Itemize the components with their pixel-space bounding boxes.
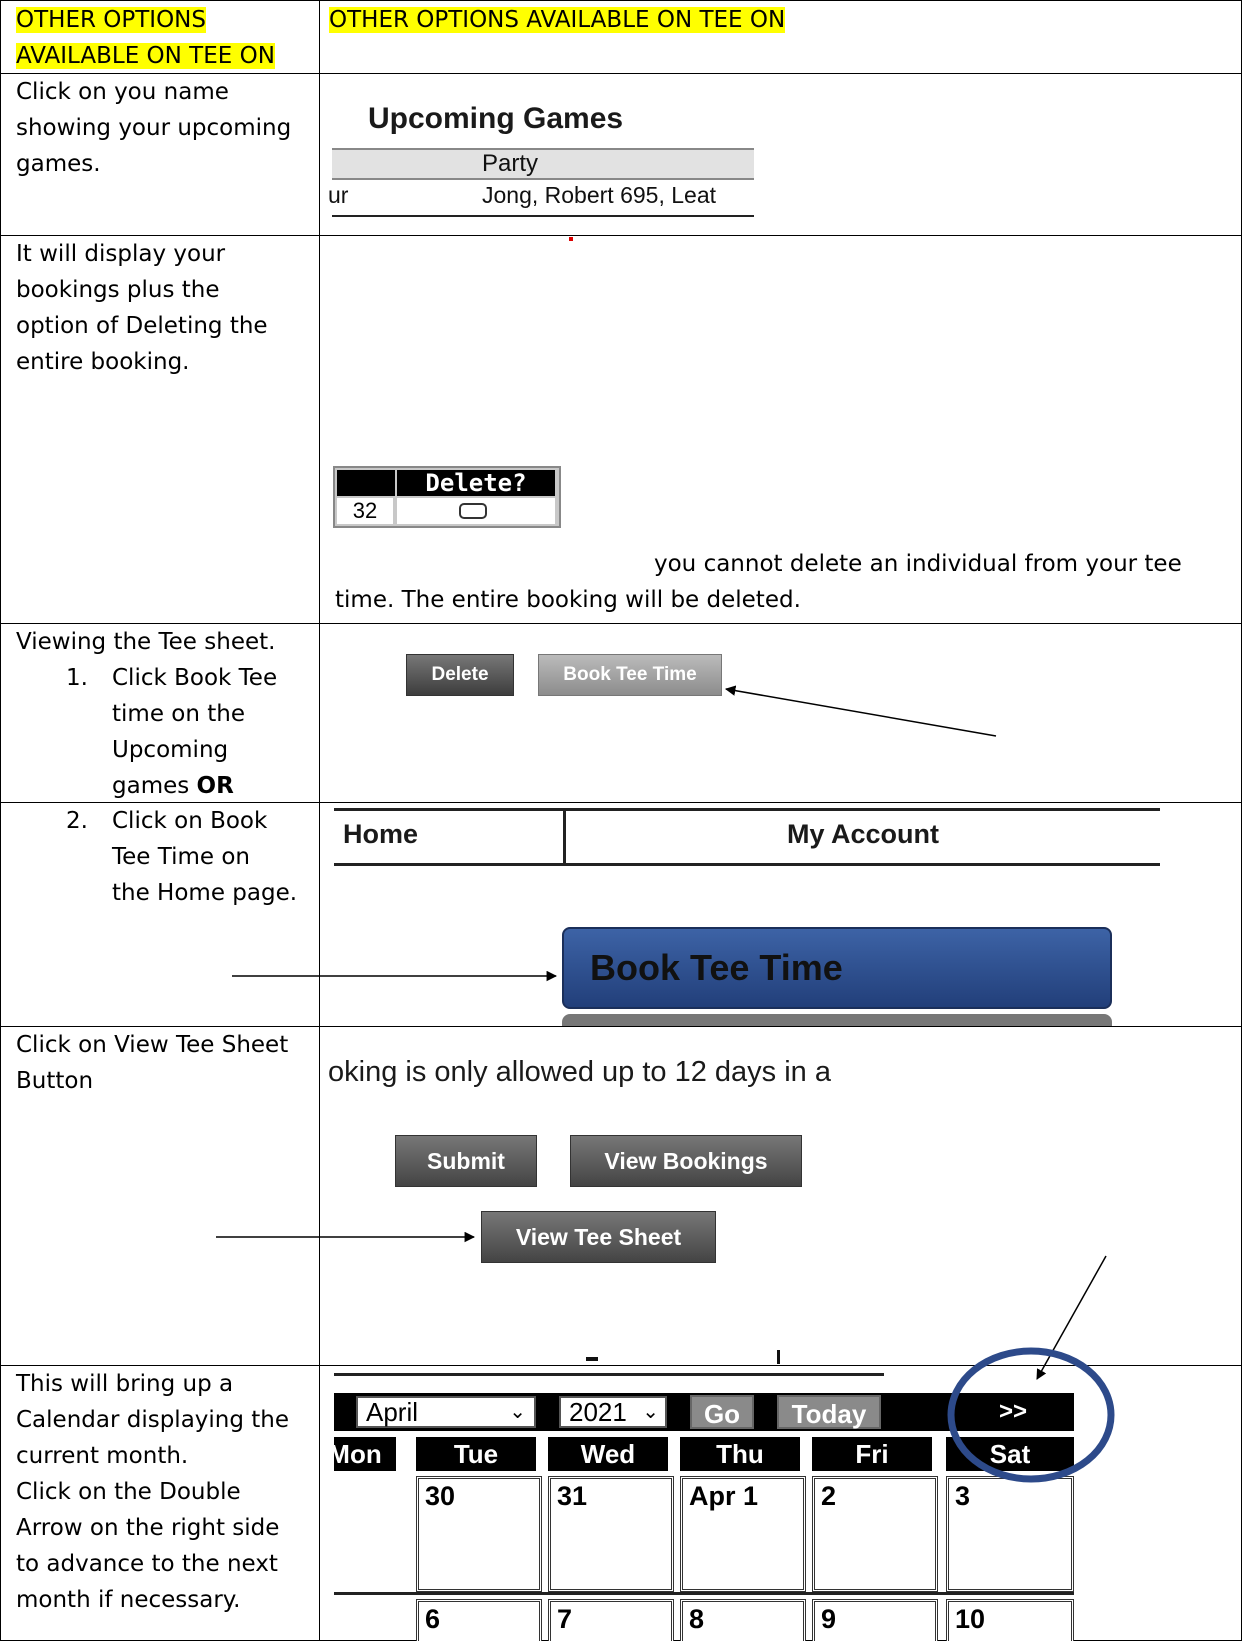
row2-line: entire booking. bbox=[16, 349, 190, 375]
row5-instruction: Click on View Tee Sheet Button bbox=[16, 1027, 306, 1099]
calendar-day[interactable]: 2 bbox=[812, 1476, 938, 1592]
row1-line: games. bbox=[16, 151, 101, 177]
step1-number: 1. bbox=[66, 665, 88, 691]
book-tee-time-big-button[interactable]: Book Tee Time bbox=[562, 927, 1112, 1009]
row6-line: This will bring up a bbox=[16, 1371, 234, 1397]
nav-my-account-link[interactable]: My Account bbox=[566, 819, 1160, 850]
upcoming-header-bar bbox=[332, 148, 754, 180]
step2-text: Click on Book Tee Time on the Home page. bbox=[112, 803, 297, 911]
step2-line: Click on Book bbox=[112, 808, 268, 834]
month-select[interactable]: April ⌄ bbox=[356, 1396, 536, 1428]
day-header-tue: Tue bbox=[416, 1437, 536, 1471]
row5-line: Click on View Tee Sheet bbox=[16, 1032, 289, 1058]
row3-right-cell bbox=[319, 623, 1242, 803]
month-select-value: April bbox=[366, 1397, 419, 1427]
calendar-day[interactable]: 31 bbox=[548, 1476, 674, 1592]
book-tee-time-button[interactable]: Book Tee Time bbox=[538, 654, 722, 696]
row3-instruction: Viewing the Tee sheet. bbox=[16, 624, 306, 660]
delete-table-value: 32 bbox=[337, 498, 393, 524]
row2-note-line1: you cannot delete an individual from you… bbox=[654, 551, 1182, 577]
row3-title: Viewing the Tee sheet. bbox=[16, 629, 276, 655]
calendar-day[interactable]: 9 bbox=[812, 1599, 938, 1641]
row5-bottom-fragment-right bbox=[777, 1350, 780, 1364]
calendar-row-rule bbox=[334, 1592, 1074, 1595]
header-left-text: OTHER OPTIONS AVAILABLE ON TEE ON bbox=[16, 2, 306, 74]
document-page: OTHER OPTIONS AVAILABLE ON TEE ON OTHER … bbox=[0, 0, 1242, 1641]
step1-line: Click Book Tee bbox=[112, 665, 278, 691]
day-header-fri: Fri bbox=[812, 1437, 932, 1471]
calendar-day[interactable]: 6 bbox=[416, 1599, 542, 1641]
row2-note-line2: time. The entire booking will be deleted… bbox=[335, 587, 801, 613]
day-header-wed: Wed bbox=[548, 1437, 668, 1471]
year-select[interactable]: 2021 ⌄ bbox=[559, 1396, 667, 1428]
day-header-mon: Mon bbox=[334, 1437, 396, 1471]
step1-line-last: games OR bbox=[112, 768, 277, 804]
calendar-day[interactable]: 10 bbox=[946, 1599, 1074, 1641]
row5-bottom-fragment-left bbox=[586, 1357, 598, 1361]
upcoming-games-panel: Upcoming Games Party ur Jong, Robert 695… bbox=[328, 94, 754, 222]
delete-table-dark-cell bbox=[337, 470, 395, 496]
chevron-down-icon: ⌄ bbox=[509, 1401, 526, 1423]
step1-line: Upcoming bbox=[112, 737, 229, 763]
row2-line: option of Deleting the bbox=[16, 313, 268, 339]
day-header-sat: Sat bbox=[946, 1437, 1074, 1471]
calendar-day[interactable]: 8 bbox=[680, 1599, 806, 1641]
header-right-text: OTHER OPTIONS AVAILABLE ON TEE ON bbox=[329, 2, 786, 38]
calendar-day[interactable]: 3 bbox=[946, 1476, 1074, 1592]
party-column-header: Party bbox=[482, 150, 539, 177]
row6-line: month if necessary. bbox=[16, 1587, 241, 1613]
row2-instruction: It will display your bookings plus the o… bbox=[16, 236, 306, 380]
row6-line: current month. bbox=[16, 1443, 189, 1469]
calendar-day[interactable]: Apr 1 bbox=[680, 1476, 806, 1592]
step1-text: Click Book Tee time on the Upcoming game… bbox=[112, 660, 277, 804]
upcoming-cell-left: ur bbox=[328, 182, 349, 208]
row6-line: to advance to the next bbox=[16, 1551, 278, 1577]
row6-line: Arrow on the right side bbox=[16, 1515, 280, 1541]
next-button-edge bbox=[562, 1014, 1112, 1026]
nav-top-rule bbox=[334, 808, 1160, 811]
row6-instruction: This will bring up a Calendar displaying… bbox=[16, 1366, 306, 1618]
row2-line: It will display your bbox=[16, 241, 226, 267]
next-month-button[interactable]: >> bbox=[952, 1395, 1074, 1429]
calendar-day[interactable]: 30 bbox=[416, 1476, 542, 1592]
booking-window-notice: oking is only allowed up to 12 days in a bbox=[328, 1056, 831, 1088]
step1-line: time on the bbox=[112, 701, 245, 727]
row6-line: Calendar displaying the bbox=[16, 1407, 290, 1433]
step2-line: the Home page. bbox=[112, 880, 298, 906]
row1-line: showing your upcoming bbox=[16, 115, 292, 141]
row1-instruction: Click on you name showing your upcoming … bbox=[16, 74, 306, 182]
step2-line: Tee Time on bbox=[112, 844, 250, 870]
step1-last-text: games bbox=[112, 773, 197, 799]
calendar-day[interactable]: 7 bbox=[548, 1599, 674, 1641]
view-tee-sheet-button[interactable]: View Tee Sheet bbox=[481, 1211, 716, 1263]
step2-number: 2. bbox=[66, 808, 88, 834]
chevron-down-icon: ⌄ bbox=[642, 1401, 659, 1423]
row1-line: Click on you name bbox=[16, 79, 229, 105]
delete-checkbox[interactable] bbox=[459, 503, 487, 519]
day-header-thu: Thu bbox=[680, 1437, 800, 1471]
header-left-line2: AVAILABLE ON TEE ON bbox=[16, 43, 275, 69]
row5-line: Button bbox=[16, 1068, 94, 1094]
calendar-top-rule bbox=[334, 1373, 884, 1376]
upcoming-party-link[interactable]: Jong, Robert 695, Leat bbox=[482, 182, 716, 209]
year-select-value: 2021 bbox=[569, 1397, 627, 1427]
upcoming-games-title: Upcoming Games bbox=[368, 102, 624, 135]
row6-line: Click on the Double bbox=[16, 1479, 241, 1505]
view-bookings-button[interactable]: View Bookings bbox=[570, 1135, 802, 1187]
delete-column-header: Delete? bbox=[397, 470, 555, 496]
go-button[interactable]: Go bbox=[690, 1395, 754, 1429]
delete-table: Delete? 32 bbox=[333, 466, 561, 528]
header-right-label: OTHER OPTIONS AVAILABLE ON TEE ON bbox=[329, 7, 786, 33]
row2-line: bookings plus the bbox=[16, 277, 220, 303]
submit-button[interactable]: Submit bbox=[395, 1135, 537, 1187]
calendar: April ⌄ 2021 ⌄ Go Today >> Mon Tue Wed T… bbox=[334, 1373, 1074, 1641]
today-button[interactable]: Today bbox=[777, 1395, 881, 1429]
upcoming-row-underline bbox=[332, 215, 754, 217]
header-left-line1: OTHER OPTIONS bbox=[16, 7, 206, 33]
nav-home-link[interactable]: Home bbox=[343, 819, 418, 850]
step1-or: OR bbox=[196, 773, 234, 799]
nav-bottom-rule bbox=[334, 863, 1160, 866]
delete-button[interactable]: Delete bbox=[406, 654, 514, 696]
